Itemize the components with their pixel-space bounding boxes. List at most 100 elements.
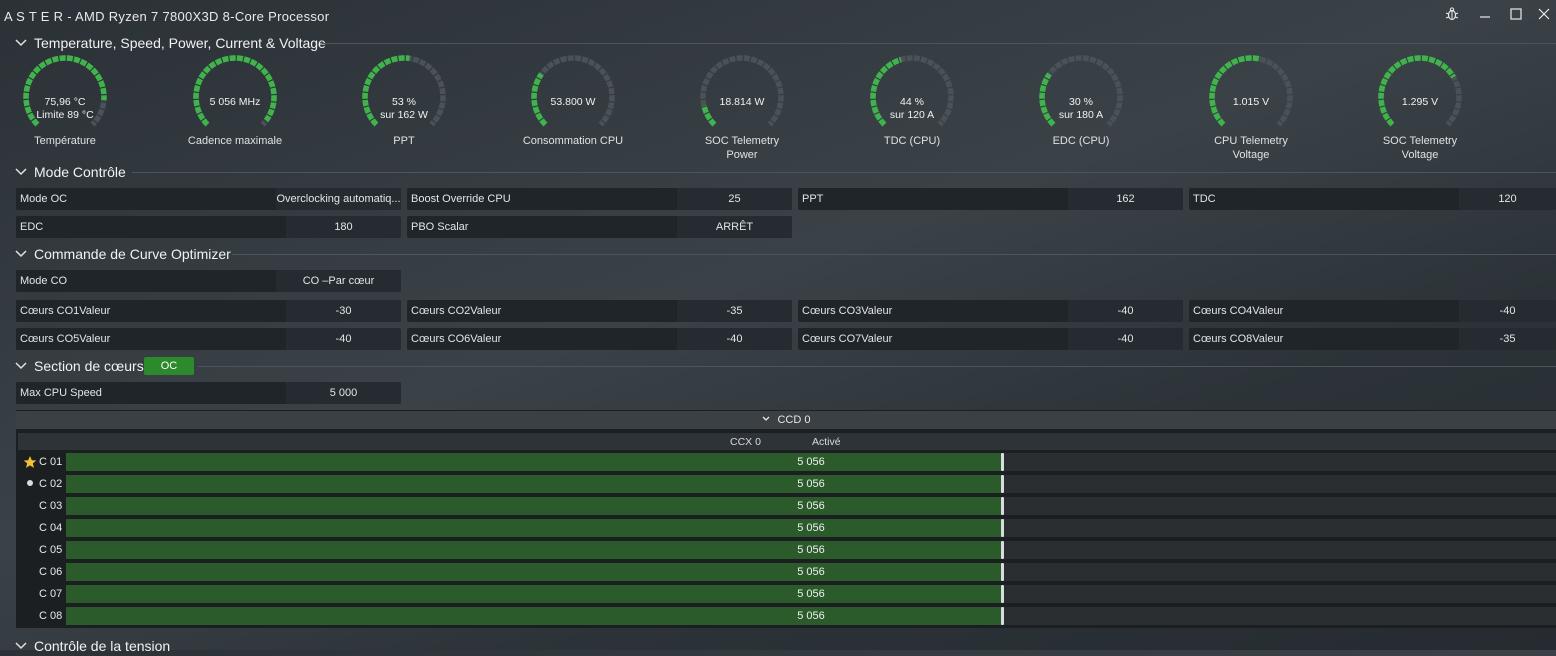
field-label: Mode OC — [20, 193, 68, 205]
co-core-field[interactable]: Cœurs CO6Valeur -40 — [407, 328, 792, 350]
gauge-label-line1: Température — [34, 135, 96, 147]
section-header-cores[interactable]: Section de cœurs — [14, 356, 144, 376]
field-value[interactable]: 25 — [677, 188, 792, 210]
gauge-label: Cadence maximale — [165, 134, 305, 148]
mode-oc-field[interactable]: Mode OC Overclocking automatiq... — [16, 188, 401, 210]
bug-icon[interactable] — [1441, 6, 1463, 26]
core-row[interactable]: C 08 5 056 — [18, 606, 1556, 626]
gauge-label: CPU Telemetry Voltage — [1181, 134, 1321, 162]
field-value[interactable]: 162 — [1068, 188, 1183, 210]
core-name: C 03 — [39, 500, 63, 512]
dot-icon — [27, 480, 33, 486]
core-frequency: 5 056 — [797, 500, 825, 512]
gauge: 75,96 °C Limite 89 °C Température — [15, 54, 115, 164]
co-core-field[interactable]: Cœurs CO1Valeur -30 — [16, 300, 401, 322]
field-value[interactable]: 5 000 — [286, 382, 401, 404]
core-name: C 01 — [39, 456, 63, 468]
field-label: Mode CO — [20, 275, 68, 287]
close-icon[interactable] — [1533, 6, 1555, 26]
field-value[interactable]: -40 — [286, 328, 401, 350]
gauge: 53 % sur 162 W PPT — [354, 54, 454, 164]
field-value[interactable]: -35 — [1459, 328, 1556, 350]
field-value[interactable]: -40 — [1068, 300, 1183, 322]
field-label: Cœurs CO8Valeur — [1193, 333, 1284, 345]
core-row[interactable]: C 04 5 056 — [18, 518, 1556, 538]
field-value[interactable]: 120 — [1459, 188, 1556, 210]
field-value[interactable]: -40 — [1459, 300, 1556, 322]
edc-field[interactable]: EDC 180 — [16, 216, 401, 238]
core-row[interactable]: C 06 5 056 — [18, 562, 1556, 582]
gauge-label: EDC (CPU) — [1011, 134, 1151, 148]
core-row[interactable]: C 03 5 056 — [18, 496, 1556, 516]
gauge-label-line1: SOC Telemetry — [1382, 135, 1458, 147]
section-header-temperature[interactable]: Temperature, Speed, Power, Current & Vol… — [14, 33, 326, 53]
co-mode-field[interactable]: Mode CO CO –Par cœur — [16, 270, 401, 292]
core-row[interactable]: C 01 5 056 — [18, 452, 1556, 472]
field-value[interactable]: Overclocking automatiq... — [276, 188, 401, 210]
field-label: TDC — [1193, 193, 1216, 205]
maximize-icon[interactable] — [1505, 6, 1527, 26]
gauge: 1.295 V SOC Telemetry Voltage — [1370, 54, 1470, 164]
core-frequency: 5 056 — [797, 456, 825, 468]
divider — [132, 172, 1556, 173]
section-title: Mode Contrôle — [34, 164, 126, 180]
chevron-down-icon — [15, 642, 27, 650]
gauge-label-line2: Voltage — [1232, 149, 1270, 161]
minimize-icon[interactable] — [1474, 6, 1496, 26]
co-core-field[interactable]: Cœurs CO3Valeur -40 — [798, 300, 1183, 322]
boost-override-field[interactable]: Boost Override CPU 25 — [407, 188, 792, 210]
ppt-field[interactable]: PPT 162 — [798, 188, 1183, 210]
gauge-value: 44 % sur 120 A — [862, 96, 962, 122]
field-value[interactable]: CO –Par cœur — [276, 270, 401, 292]
section-header-mode-control[interactable]: Mode Contrôle — [14, 162, 126, 182]
core-name: C 02 — [39, 478, 63, 490]
field-label: Cœurs CO5Valeur — [20, 333, 111, 345]
gauge-label-line2: Voltage — [1401, 149, 1439, 161]
core-row[interactable]: C 05 5 056 — [18, 540, 1556, 560]
co-core-field[interactable]: Cœurs CO2Valeur -35 — [407, 300, 792, 322]
gauge: 53.800 W Consommation CPU — [523, 54, 623, 164]
field-label: PPT — [802, 193, 824, 205]
section-header-curve-optimizer[interactable]: Commande de Curve Optimizer — [14, 244, 231, 264]
gauge-value-secondary: sur 180 A — [1058, 109, 1104, 121]
oc-badge[interactable]: OC — [144, 357, 194, 375]
core-name: C 04 — [39, 522, 63, 534]
gauge-value-primary: 53.800 W — [550, 96, 596, 108]
gauge-value-secondary: sur 162 W — [380, 109, 428, 121]
field-value[interactable]: -40 — [677, 328, 792, 350]
field-label: Cœurs CO4Valeur — [1193, 305, 1284, 317]
co-core-field[interactable]: Cœurs CO8Valeur -35 — [1189, 328, 1556, 350]
gauge-value-secondary: sur 120 A — [889, 109, 935, 121]
gauge-label-line1: SOC Telemetry — [704, 135, 780, 147]
pbo-scalar-field[interactable]: PBO Scalar ARRÊT — [407, 216, 792, 238]
core-row[interactable]: C 02 5 056 — [18, 474, 1556, 494]
gauge-label-line1: PPT — [393, 135, 415, 147]
gauge-value: 53.800 W — [523, 96, 623, 109]
tdc-field[interactable]: TDC 120 — [1189, 188, 1556, 210]
ccd-header[interactable]: CCD 0 — [16, 411, 1556, 429]
co-core-field[interactable]: Cœurs CO5Valeur -40 — [16, 328, 401, 350]
gauge-value-primary: 18.814 W — [719, 96, 765, 108]
ccd-title-text: CCD 0 — [777, 414, 811, 426]
max-cpu-speed-field[interactable]: Max CPU Speed 5 000 — [16, 382, 401, 404]
gauge-value: 1.295 V — [1370, 96, 1470, 109]
ccx-status: Activé — [812, 436, 841, 448]
section-title: Temperature, Speed, Power, Current & Vol… — [34, 35, 326, 51]
field-value[interactable]: -35 — [677, 300, 792, 322]
chevron-down-icon — [15, 250, 27, 258]
field-value[interactable]: -30 — [286, 300, 401, 322]
field-label: Cœurs CO1Valeur — [20, 305, 111, 317]
section-header-voltage[interactable]: Contrôle de la tension — [14, 636, 170, 656]
field-value[interactable]: 180 — [286, 216, 401, 238]
co-core-field[interactable]: Cœurs CO4Valeur -40 — [1189, 300, 1556, 322]
divider — [232, 254, 1556, 255]
divider — [198, 366, 1556, 367]
core-row[interactable]: C 07 5 056 — [18, 584, 1556, 604]
gauge-label: TDC (CPU) — [842, 134, 982, 148]
co-core-field[interactable]: Cœurs CO7Valeur -40 — [798, 328, 1183, 350]
field-value[interactable]: -40 — [1068, 328, 1183, 350]
field-value[interactable]: ARRÊT — [677, 216, 792, 238]
field-label: EDC — [20, 221, 44, 233]
chevron-down-icon — [15, 362, 27, 370]
ccd-title: CCD 0 — [16, 414, 1556, 426]
